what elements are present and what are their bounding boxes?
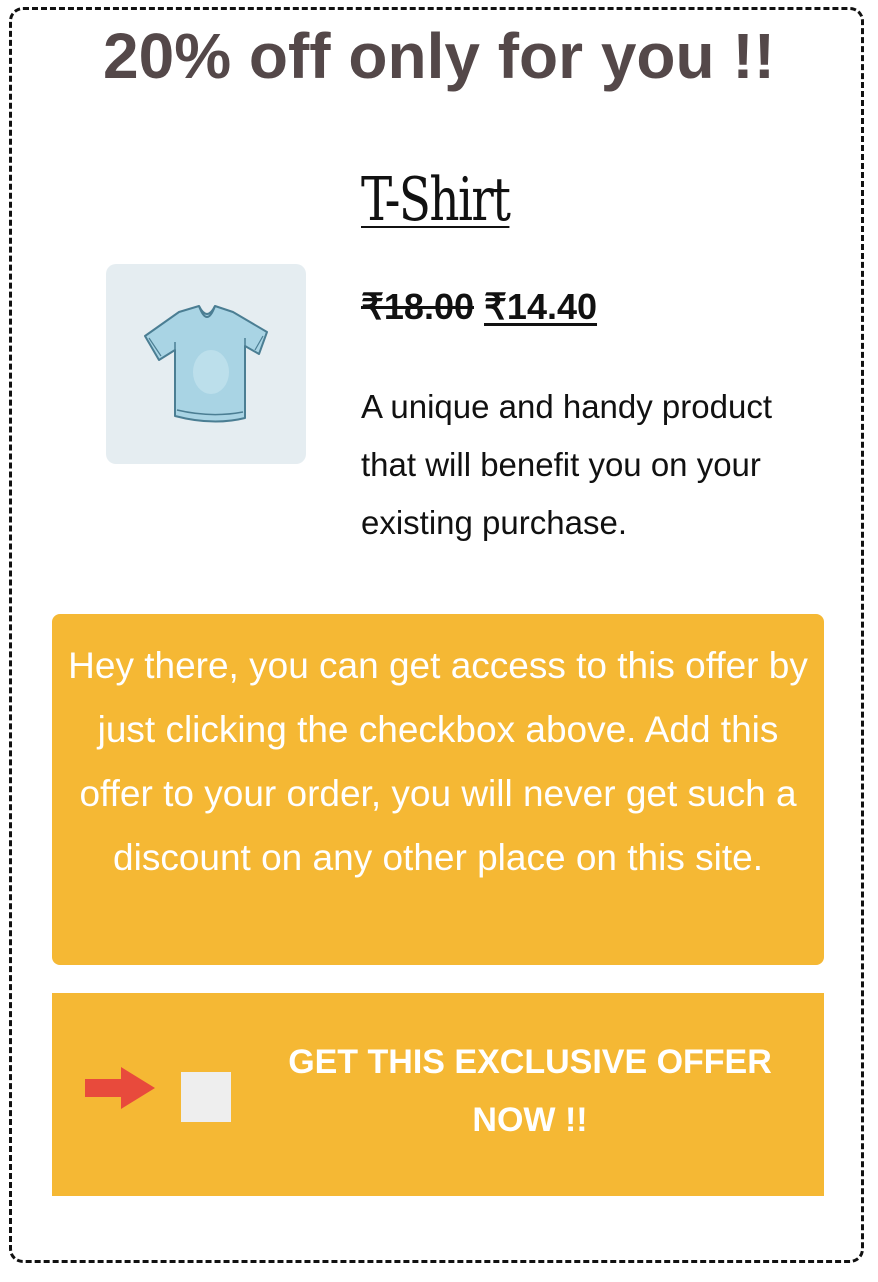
- offer-checkbox-label[interactable]: GET THIS EXCLUSIVE OFFER NOW !!: [270, 1033, 790, 1149]
- promo-message: Hey there, you can get access to this of…: [52, 614, 824, 965]
- product-image: [106, 264, 306, 464]
- original-price: ₹18.00: [361, 286, 474, 327]
- discounted-price: ₹14.40: [484, 286, 598, 327]
- product-title[interactable]: T-Shirt: [361, 160, 511, 240]
- offer-checkbox[interactable]: [181, 1072, 231, 1122]
- tshirt-icon: [144, 305, 268, 423]
- offer-cta-bar: GET THIS EXCLUSIVE OFFER NOW !!: [52, 993, 824, 1196]
- arrow-right-icon: [85, 1067, 155, 1109]
- price-row: ₹18.00 ₹14.40: [361, 284, 597, 330]
- offer-headline: 20% off only for you !!: [103, 20, 775, 92]
- product-description: A unique and handy product that will ben…: [361, 388, 773, 541]
